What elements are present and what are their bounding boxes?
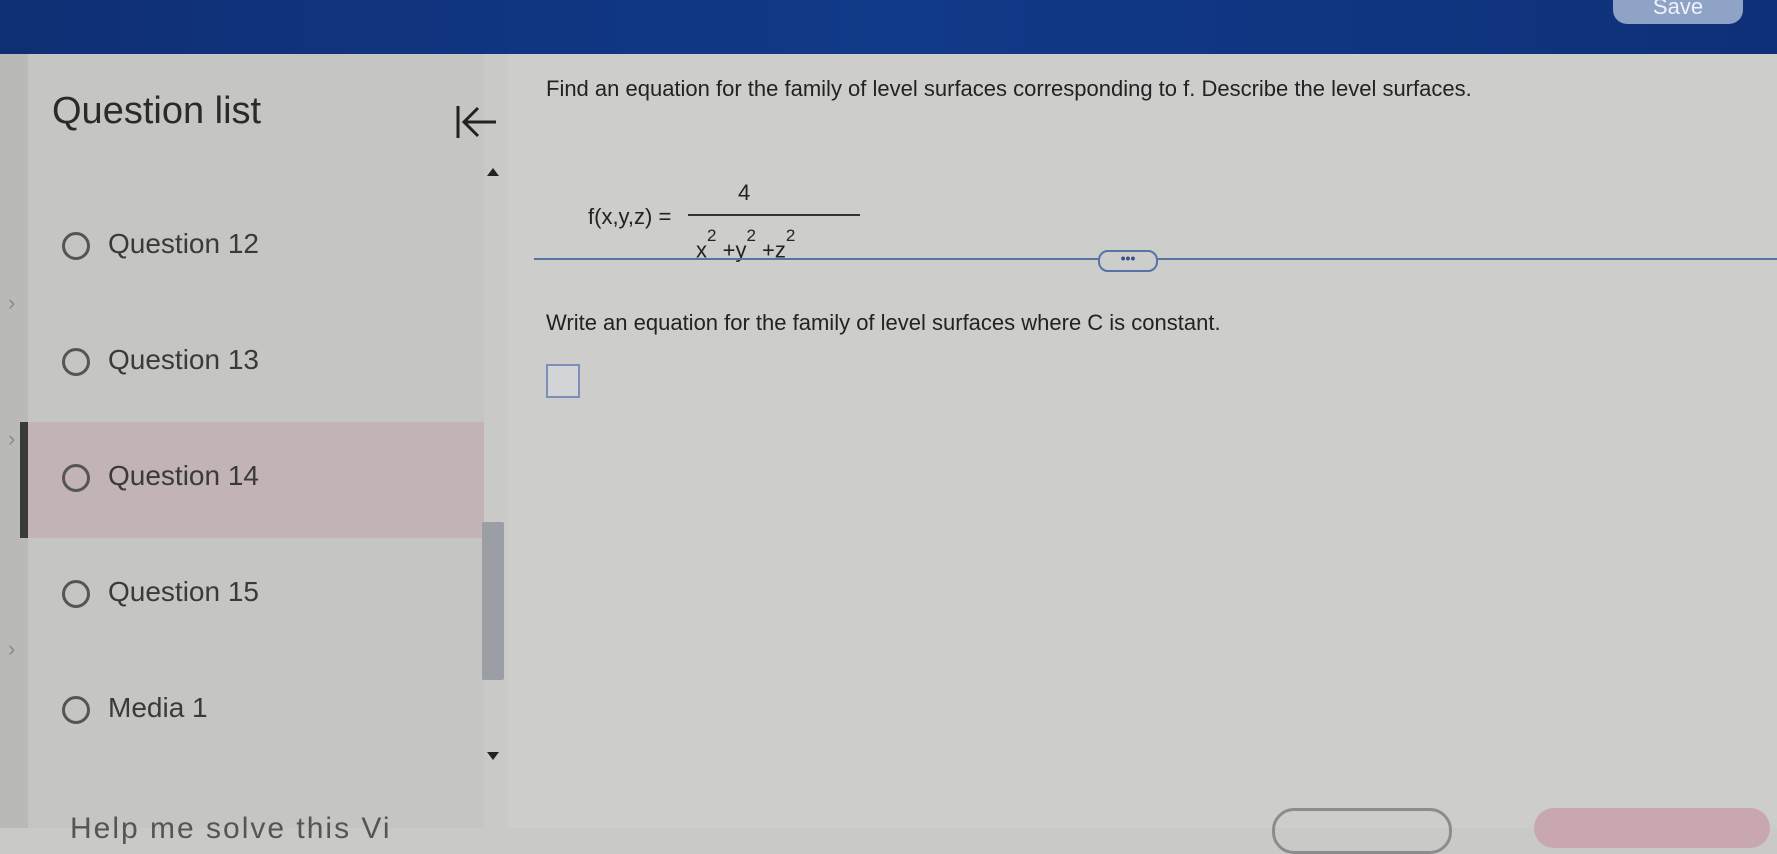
status-circle-icon: [62, 464, 90, 492]
question-label: Question 12: [108, 228, 259, 259]
sidebar-scrollbar[interactable]: [480, 160, 508, 760]
formula-numerator: 4: [738, 180, 751, 205]
chevron-right-icon[interactable]: ›: [8, 426, 15, 452]
question-label: Question 13: [108, 344, 259, 375]
status-circle-icon: [62, 580, 90, 608]
question-list-item-13[interactable]: Question 13: [28, 306, 484, 422]
question-label: Question 15: [108, 576, 259, 607]
question-panel: Find an equation for the family of level…: [508, 54, 1777, 828]
sidebar-title: Question list: [52, 90, 262, 132]
scroll-down-arrow-icon[interactable]: [487, 752, 499, 760]
formula-lhs: f(x,y,z) =: [588, 204, 672, 229]
status-circle-icon: [62, 232, 90, 260]
scroll-up-arrow-icon[interactable]: [487, 168, 499, 176]
answer-input[interactable]: [546, 364, 580, 398]
help-me-solve-button[interactable]: Help me solve this Vi: [70, 812, 392, 846]
question-list-item-15[interactable]: Question 15: [28, 538, 484, 654]
chevron-right-icon[interactable]: ›: [8, 290, 15, 316]
more-options-button[interactable]: •••: [1098, 250, 1158, 272]
question-label: Question 14: [108, 460, 259, 491]
question-list-sidebar: Question list Question 12 Question 13 Qu…: [20, 54, 496, 828]
top-bar: Save: [0, 0, 1777, 54]
save-button[interactable]: Save: [1613, 0, 1743, 24]
bottom-action-button[interactable]: [1272, 808, 1452, 854]
question-list-item-14[interactable]: Question 14: [20, 422, 484, 538]
fraction-bar: [688, 214, 860, 216]
question-prompt: Find an equation for the family of level…: [546, 76, 1472, 101]
question-list-item-12[interactable]: Question 12: [28, 190, 484, 306]
media-list-item-1[interactable]: Media 1: [28, 654, 484, 770]
chevron-right-icon[interactable]: ›: [8, 636, 15, 662]
answer-instruction: Write an equation for the family of leve…: [546, 310, 1221, 335]
scrollbar-thumb[interactable]: [482, 522, 504, 680]
function-formula: f(x,y,z) = 4 x2 +y2 +z2: [588, 124, 860, 262]
status-circle-icon: [62, 348, 90, 376]
bottom-primary-button[interactable]: [1534, 808, 1770, 848]
media-label: Media 1: [108, 692, 208, 723]
collapse-sidebar-icon[interactable]: [450, 96, 502, 148]
status-circle-icon: [62, 696, 90, 724]
